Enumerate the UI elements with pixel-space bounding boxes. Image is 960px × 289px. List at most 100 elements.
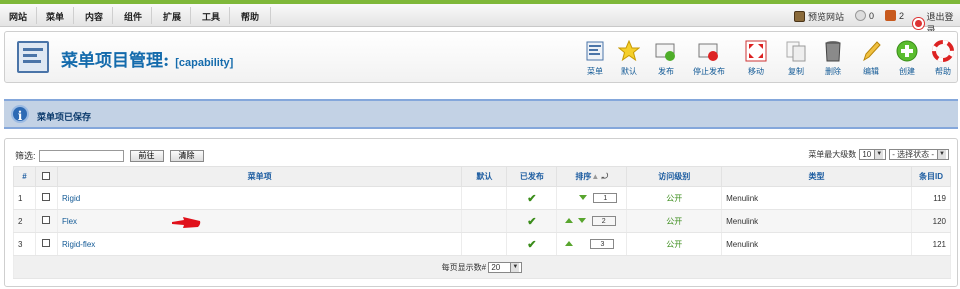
row-checkbox[interactable] — [42, 193, 51, 201]
move-button-label: 移动 — [748, 67, 764, 76]
unpublish-button[interactable]: 停止发布 — [689, 40, 729, 80]
delete-button[interactable]: 删除 — [813, 40, 853, 80]
row-type: Menulink — [721, 232, 912, 256]
create-button[interactable]: 创建 — [887, 40, 927, 80]
default-button[interactable]: 默认 — [609, 40, 649, 80]
menu-item-link[interactable]: Rigid-flex — [62, 240, 95, 249]
max-levels-select[interactable]: 10 ▼ — [859, 149, 887, 160]
state-select[interactable]: - 选择状态 - ▼ — [889, 149, 949, 160]
access-level-link[interactable]: 公开 — [666, 240, 682, 249]
move-button[interactable]: 移动 — [736, 40, 776, 80]
row-published: ✔ — [506, 186, 558, 210]
menu-extensions[interactable]: 扩展 — [163, 10, 181, 23]
published-check-icon[interactable]: ✔ — [527, 239, 536, 251]
menu-separator — [270, 7, 271, 24]
col-id[interactable]: 条目ID — [910, 166, 952, 187]
visitors-count: 0 — [869, 10, 875, 21]
message-text: 菜单项已保存 — [37, 112, 92, 122]
move-icon — [745, 40, 767, 62]
create-button-label: 创建 — [899, 67, 915, 76]
col-published[interactable]: 已发布 — [506, 166, 558, 187]
filter-input[interactable] — [38, 149, 124, 162]
row-checkbox[interactable] — [42, 216, 51, 224]
row-order: 2 — [556, 209, 628, 233]
page-subtitle: [capability] — [175, 57, 234, 69]
row-id: 121 — [910, 232, 952, 256]
menu-separator — [190, 7, 191, 24]
row-order: 1 — [556, 186, 628, 210]
max-levels-value: 10 — [862, 150, 872, 159]
top-menubar: 网站 菜单 内容 组件 扩展 工具 帮助 预览网站 0 2 退出登录 — [0, 4, 960, 35]
users-icon — [885, 10, 896, 21]
per-page-select[interactable]: 20 ▼ — [488, 261, 523, 273]
unpublish-button-label: 停止发布 — [693, 67, 725, 76]
published-check-icon[interactable]: ✔ — [527, 193, 536, 205]
menu-help[interactable]: 帮助 — [241, 10, 259, 23]
col-order[interactable]: 排序▲ ⤾ — [556, 166, 628, 187]
edit-icon — [863, 41, 881, 62]
publish-button-label: 发布 — [658, 67, 674, 76]
row-type: Menulink — [721, 209, 912, 233]
row-name-cell: Rigid-flex — [56, 232, 463, 256]
order-input[interactable]: 3 — [590, 239, 615, 249]
published-check-icon[interactable]: ✔ — [527, 216, 536, 228]
go-button[interactable]: 前往 — [129, 149, 164, 162]
order-input[interactable]: 2 — [591, 216, 616, 226]
row-default — [461, 232, 508, 256]
page-title-text: 菜单项目管理: — [61, 51, 170, 71]
row-published: ✔ — [506, 232, 558, 256]
help-button[interactable]: 帮助 — [923, 40, 960, 80]
col-menu-item[interactable]: 菜单项 — [56, 166, 463, 187]
pagination-cell: 每页显示数# 20 ▼ — [13, 255, 951, 279]
per-page-label: 每页显示数# — [441, 262, 487, 272]
access-level-link[interactable]: 公开 — [666, 194, 682, 203]
users-indicator: 2 — [885, 10, 904, 21]
col-access[interactable]: 访问级别 — [626, 166, 723, 187]
menu-items-panel: 筛选: 前往 清除 菜单最大级数 10 ▼ - 选择状态 - ▼ # 菜单项 默… — [4, 138, 958, 287]
row-num: 2 — [13, 209, 36, 233]
row-type: Menulink — [721, 186, 912, 210]
order-up-icon[interactable] — [565, 241, 574, 246]
table-row: 1 Rigid ✔ 1 公开 Menulink 119 — [13, 186, 952, 210]
visitors-indicator: 0 — [855, 10, 874, 21]
copy-button-label: 复制 — [788, 67, 804, 76]
menu-tools[interactable]: 工具 — [202, 10, 220, 23]
save-order-icon[interactable]: ⤾ — [602, 172, 609, 181]
col-select-all — [34, 166, 58, 187]
sort-asc-icon: ▲ — [591, 172, 600, 181]
row-default — [461, 186, 508, 210]
menu-item-link[interactable]: Flex — [62, 217, 77, 226]
toolbar-panel: 菜单项目管理: [capability] 菜单 默认 发布 停止发布 移动 复制… — [4, 31, 958, 83]
chevron-down-icon: ▼ — [874, 150, 884, 159]
publish-button[interactable]: 发布 — [646, 40, 686, 80]
menu-menus[interactable]: 菜单 — [46, 10, 64, 23]
select-all-checkbox[interactable] — [42, 171, 51, 180]
reset-button[interactable]: 清除 — [169, 149, 204, 162]
access-level-link[interactable]: 公开 — [666, 217, 682, 226]
system-message: i 菜单项已保存 — [4, 99, 958, 129]
col-type[interactable]: 类型 — [721, 166, 912, 187]
preview-site-link[interactable]: 预览网站 — [794, 10, 844, 23]
visitors-icon — [855, 10, 866, 21]
order-down-icon[interactable] — [579, 195, 588, 200]
info-icon: i — [11, 105, 29, 123]
order-down-icon[interactable] — [577, 218, 586, 223]
order-input[interactable]: 1 — [593, 193, 618, 203]
menu-item-link[interactable]: Rigid — [62, 194, 80, 203]
edit-button-label: 编辑 — [863, 67, 879, 76]
order-up-icon[interactable] — [565, 218, 574, 223]
menu-site[interactable]: 网站 — [9, 10, 27, 23]
col-order-label: 排序 — [575, 172, 592, 181]
copy-button[interactable]: 复制 — [776, 40, 816, 80]
row-name-cell: Rigid — [56, 186, 463, 210]
logout-icon — [913, 17, 924, 29]
row-checkbox[interactable] — [42, 239, 51, 247]
menu-content[interactable]: 内容 — [85, 10, 103, 23]
menu-separator — [151, 7, 152, 24]
edit-button[interactable]: 编辑 — [851, 40, 891, 80]
menu-separator — [112, 7, 113, 24]
row-checkbox-cell — [34, 186, 58, 210]
table-header-row: # 菜单项 默认 已发布 排序▲ ⤾ 访问级别 类型 条目ID — [13, 166, 952, 187]
menu-components[interactable]: 组件 — [124, 10, 142, 23]
row-order: 3 — [556, 232, 628, 256]
